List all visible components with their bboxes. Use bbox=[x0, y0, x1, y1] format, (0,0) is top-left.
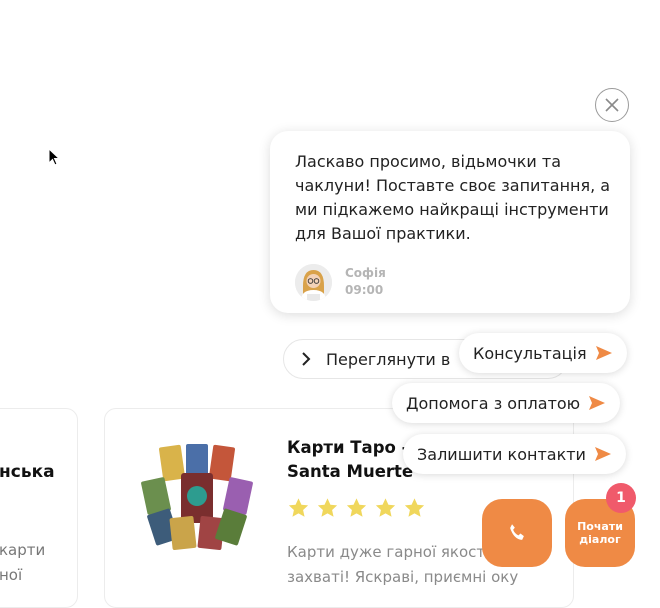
chat-message-bubble: Ласкаво просимо, відьмочки та чаклуни! П… bbox=[270, 131, 630, 313]
message-time: 09:00 bbox=[345, 283, 384, 297]
chat-message-text: Ласкаво просимо, відьмочки та чаклуни! П… bbox=[295, 152, 611, 243]
star-icon bbox=[288, 498, 309, 517]
option-label: Консультація bbox=[473, 343, 587, 363]
send-arrow-icon bbox=[594, 447, 611, 461]
call-button[interactable] bbox=[482, 499, 552, 567]
product-title: нська bbox=[0, 462, 55, 482]
phone-icon bbox=[510, 524, 524, 540]
agent-avatar-image bbox=[295, 264, 332, 301]
chat-close-button[interactable] bbox=[595, 88, 629, 122]
product-desc-line: карти bbox=[0, 541, 46, 559]
star-icon bbox=[317, 498, 338, 517]
product-desc-line: ної bbox=[0, 566, 23, 584]
chevron-right-icon bbox=[302, 352, 311, 366]
product-card[interactable]: нська карти ної bbox=[0, 408, 78, 608]
option-leave-contacts[interactable]: Залишити контакти bbox=[403, 434, 626, 474]
star-icon bbox=[404, 498, 425, 517]
option-label: Допомога з оплатою bbox=[406, 393, 581, 413]
close-icon bbox=[605, 98, 619, 112]
rating-stars bbox=[287, 497, 426, 519]
option-consultation[interactable]: Консультація bbox=[459, 333, 627, 373]
star-icon bbox=[346, 498, 367, 517]
option-payment-help[interactable]: Допомога з оплатою bbox=[392, 383, 621, 423]
product-image bbox=[141, 444, 253, 550]
notification-badge: 1 bbox=[606, 483, 636, 513]
star-icon bbox=[375, 498, 396, 517]
start-dialog-label: Почати діалог bbox=[577, 520, 623, 546]
send-arrow-icon bbox=[595, 346, 612, 360]
send-arrow-icon bbox=[589, 396, 606, 410]
mouse-cursor-icon bbox=[48, 148, 61, 166]
option-label: Залишити контакти bbox=[417, 444, 586, 464]
agent-avatar bbox=[295, 264, 332, 301]
agent-name: Софія bbox=[345, 266, 386, 280]
view-all-label: Переглянути в bbox=[326, 349, 451, 369]
